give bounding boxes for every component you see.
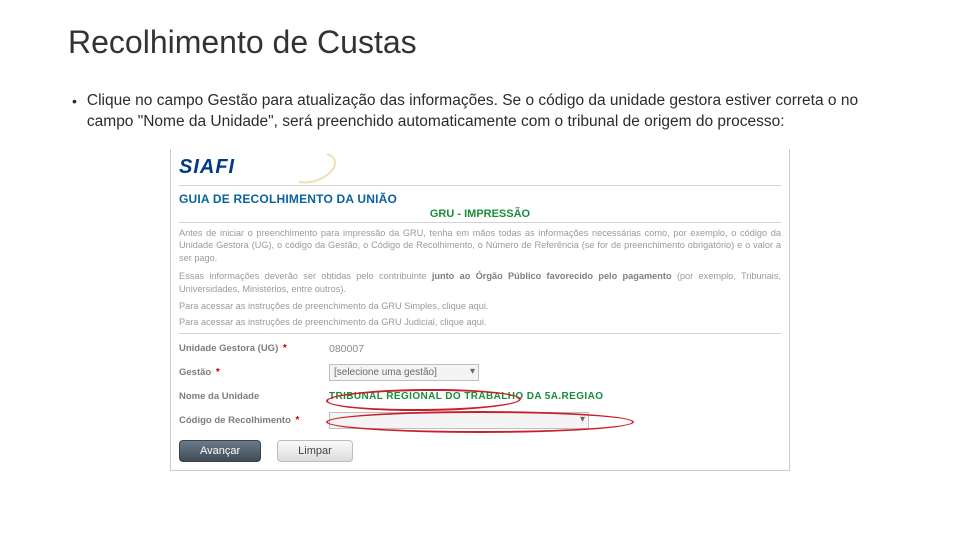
intro2a: Essas informações deverão ser obtidas pe… xyxy=(179,271,432,281)
gru-subheading: GRU - IMPRESSÃO xyxy=(179,208,781,220)
label-gestao-text: Gestão xyxy=(179,367,211,378)
gestao-select-text: [selecione uma gestão] xyxy=(334,367,437,378)
page-title: Recolhimento de Custas xyxy=(0,0,960,61)
gru-form: Unidade Gestora (UG) * 080007 Gestão * [… xyxy=(179,338,781,462)
divider xyxy=(179,185,781,186)
label-nome: Nome da Unidade xyxy=(179,391,329,402)
access-line-1: Para acessar as instruções de preenchime… xyxy=(179,301,781,311)
intro-paragraph-1: Antes de iniciar o preenchimento para im… xyxy=(179,227,781,264)
row-gestao: Gestão * [selecione uma gestão] xyxy=(179,362,781,384)
button-row: Avançar Limpar xyxy=(179,440,781,462)
access-line-2: Para acessar as instruções de preenchime… xyxy=(179,317,781,327)
row-nome: Nome da Unidade TRIBUNAL REGIONAL DO TRA… xyxy=(179,386,781,408)
gestao-select[interactable]: [selecione uma gestão] xyxy=(329,364,479,381)
value-codigo-wrap xyxy=(329,412,589,429)
value-gestao-wrap: [selecione uma gestão] xyxy=(329,364,479,381)
access1-text: Para acessar as instruções de preenchime… xyxy=(179,301,488,311)
label-ug: Unidade Gestora (UG) * xyxy=(179,343,329,354)
guia-heading: GUIA DE RECOLHIMENTO DA UNIÃO xyxy=(179,192,781,206)
required-star: * xyxy=(216,367,220,378)
row-ug: Unidade Gestora (UG) * 080007 xyxy=(179,338,781,360)
slide: Recolhimento de Custas • Clique no campo… xyxy=(0,0,960,540)
required-star: * xyxy=(283,343,287,354)
value-nome: TRIBUNAL REGIONAL DO TRABALHO DA 5A.REGI… xyxy=(329,391,603,402)
access2-text: Para acessar as instruções de preenchime… xyxy=(179,317,486,327)
intro2b: junto ao Órgão Público favorecido pelo p… xyxy=(432,271,672,281)
bullet-dot: • xyxy=(72,91,77,133)
label-gestao: Gestão * xyxy=(179,367,329,378)
avancar-button[interactable]: Avançar xyxy=(179,440,261,462)
logo-row: SIAFI xyxy=(179,153,781,183)
value-ug[interactable]: 080007 xyxy=(329,343,364,355)
divider xyxy=(179,333,781,334)
siafi-logo: SIAFI xyxy=(179,156,235,179)
label-ug-text: Unidade Gestora (UG) xyxy=(179,343,278,354)
required-star: * xyxy=(296,415,300,426)
bullet-list: • Clique no campo Gestão para atualizaçã… xyxy=(0,61,960,143)
codigo-select[interactable] xyxy=(329,412,589,429)
label-codigo-text: Código de Recolhimento xyxy=(179,415,291,426)
bullet-text: Clique no campo Gestão para atualização … xyxy=(87,91,890,133)
siafi-panel: SIAFI GUIA DE RECOLHIMENTO DA UNIÃO GRU … xyxy=(170,149,790,471)
bullet-item: • Clique no campo Gestão para atualizaçã… xyxy=(72,91,890,133)
label-codigo: Código de Recolhimento * xyxy=(179,415,329,426)
logo-swirl xyxy=(285,154,345,182)
limpar-button[interactable]: Limpar xyxy=(277,440,353,462)
row-codigo: Código de Recolhimento * xyxy=(179,410,781,432)
divider xyxy=(179,222,781,223)
intro-paragraph-2: Essas informações deverão ser obtidas pe… xyxy=(179,270,781,295)
